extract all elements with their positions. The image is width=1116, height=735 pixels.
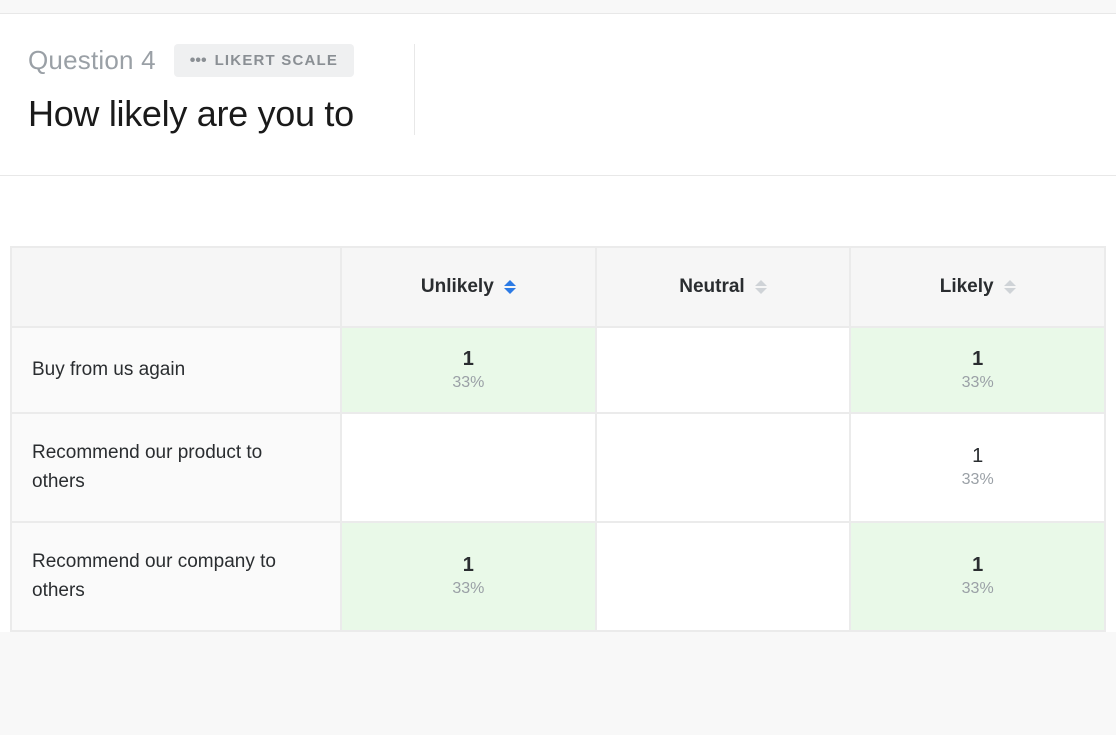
cell-percent: 33%: [861, 374, 1094, 392]
data-cell: [596, 413, 851, 522]
question-header: Question 4 ••• LIKERT SCALE How likely a…: [0, 14, 1116, 176]
column-label: Neutral: [679, 276, 744, 298]
sort-icon[interactable]: [1004, 280, 1016, 294]
data-cell: 133%: [850, 522, 1105, 631]
cell-count: 1: [352, 348, 585, 371]
table-row: Recommend our product to others133%: [11, 413, 1105, 522]
cell-percent: 33%: [352, 374, 585, 392]
column-header[interactable]: Unlikely: [341, 247, 596, 327]
row-label: Recommend our company to others: [11, 522, 341, 631]
table-row: Buy from us again133%133%: [11, 327, 1105, 413]
column-label: Unlikely: [421, 276, 494, 298]
question-type-label: LIKERT SCALE: [215, 52, 339, 69]
table-row: Recommend our company to others133%133%: [11, 522, 1105, 631]
data-cell: 133%: [850, 413, 1105, 522]
cell-percent: 33%: [861, 580, 1094, 598]
cell-count: 1: [352, 554, 585, 577]
likert-results-table: UnlikelyNeutralLikely Buy from us again1…: [10, 246, 1106, 632]
results-content: UnlikelyNeutralLikely Buy from us again1…: [0, 176, 1116, 632]
column-header[interactable]: Neutral: [596, 247, 851, 327]
cell-count: 1: [861, 445, 1094, 468]
data-cell: 133%: [341, 522, 596, 631]
corner-cell: [11, 247, 341, 327]
row-label: Recommend our product to others: [11, 413, 341, 522]
column-header[interactable]: Likely: [850, 247, 1105, 327]
data-cell: [596, 522, 851, 631]
row-label: Buy from us again: [11, 327, 341, 413]
question-number: Question 4: [28, 45, 156, 76]
sort-icon[interactable]: [504, 280, 516, 294]
cell-count: 1: [861, 554, 1094, 577]
data-cell: [341, 413, 596, 522]
question-title: How likely are you to: [28, 93, 354, 135]
top-strip: [0, 0, 1116, 14]
sort-icon[interactable]: [755, 280, 767, 294]
data-cell: 133%: [850, 327, 1105, 413]
data-cell: [596, 327, 851, 413]
question-type-badge: ••• LIKERT SCALE: [174, 44, 354, 77]
data-cell: 133%: [341, 327, 596, 413]
dots-icon: •••: [190, 53, 207, 69]
cell-percent: 33%: [861, 471, 1094, 489]
cell-percent: 33%: [352, 580, 585, 598]
cell-count: 1: [861, 348, 1094, 371]
column-label: Likely: [940, 276, 994, 298]
